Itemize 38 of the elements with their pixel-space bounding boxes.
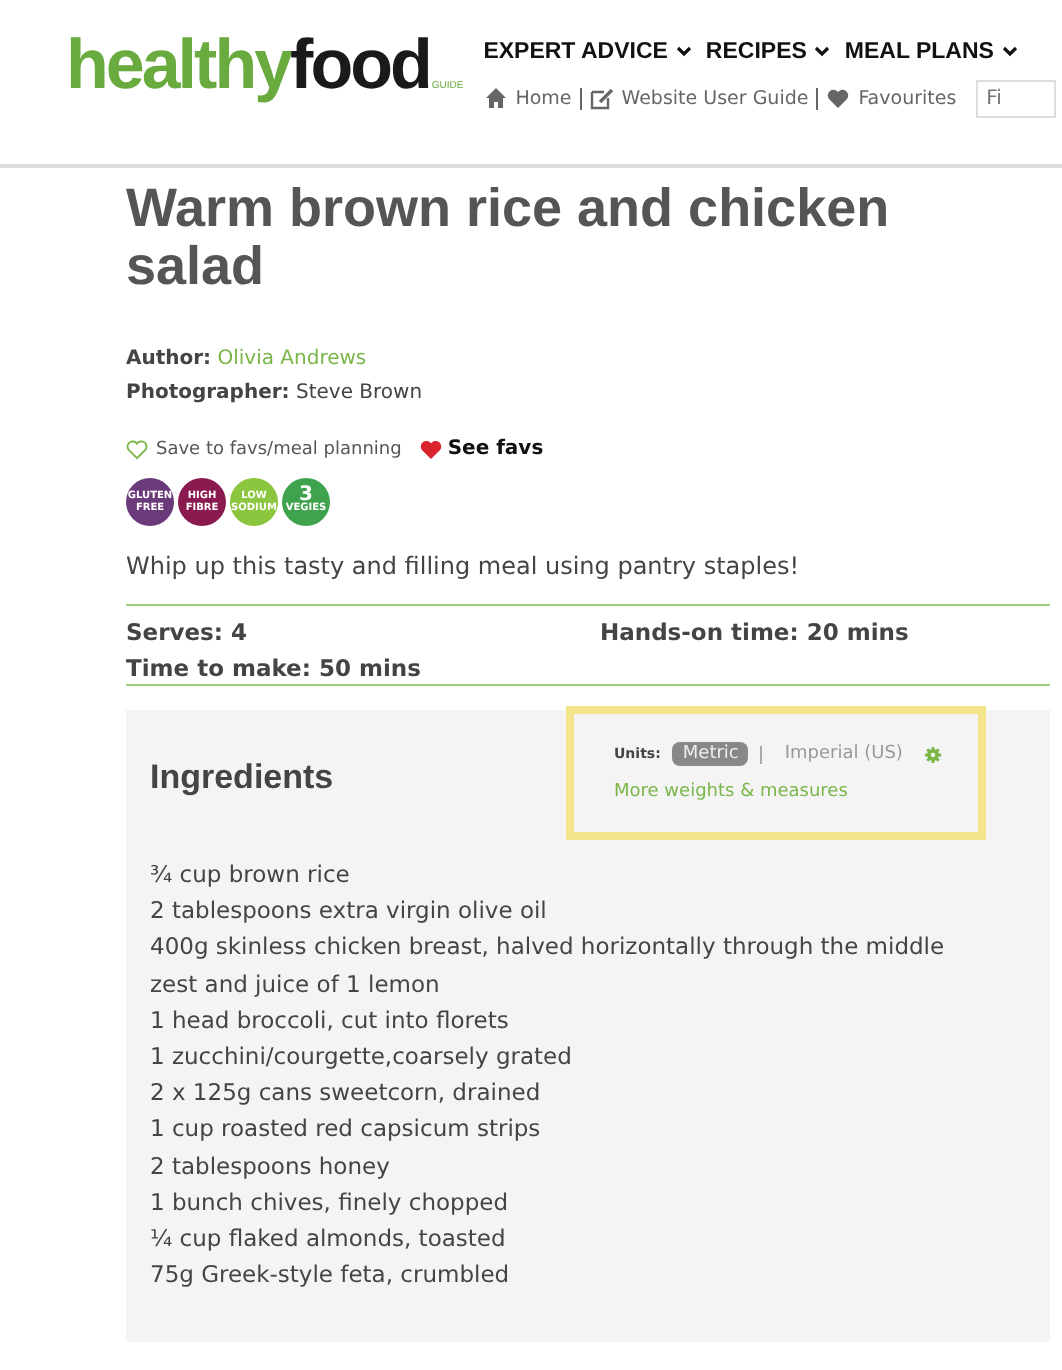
ingredient-item: 1 cup roasted red capsicum strips [150, 1112, 543, 1147]
credit-label: Author: [126, 348, 212, 370]
ingredient-item: 400g skinless chicken breast, halved horizontally through the middle [150, 930, 947, 965]
ingredient-item: zest and juice of 1 lemon [150, 967, 442, 1002]
ingredient-item: 2 x 125g cans sweetcorn, drained [150, 1076, 543, 1111]
ingredient-item: 1 zucchini/courgette,coarsely grated [150, 1040, 574, 1075]
recipe-fact: Time to make: 50 mins [126, 654, 423, 682]
heart-icon [419, 439, 442, 459]
caret-icon[interactable] [814, 45, 831, 57]
search-field[interactable]: Fi [976, 79, 1057, 117]
ingredient-item: 1 bunch chives, finely chopped [150, 1185, 510, 1220]
ingredient-item: 75g Greek-style feta, crumbled [150, 1258, 512, 1293]
save-link[interactable]: Save to favs/meal planning [156, 439, 402, 459]
recipe-fact: Serves: 4 [126, 618, 249, 646]
ingredient-item: 1 head broccoli, cut into florets [150, 1003, 511, 1038]
credit-name: Steve Brown [295, 382, 423, 404]
caret-icon[interactable] [1001, 45, 1018, 57]
ingredient-item: 2 tablespoons extra virgin olive oil [150, 894, 549, 929]
section-heading: Ingredients [150, 758, 336, 798]
caret-icon[interactable] [675, 45, 692, 57]
nav-menu-item[interactable]: MEAL PLANS [844, 39, 1018, 63]
ingredient-item: ¾ cup brown rice [150, 858, 352, 892]
header-link[interactable]: Website User Guide [621, 87, 809, 109]
home-icon [483, 86, 508, 110]
see-favs-link[interactable]: See favs [447, 438, 544, 460]
recipe-title: Warm brown rice and chicken salad [126, 180, 892, 296]
unit-toggle[interactable]: Metric [672, 742, 749, 766]
ingredient-item: 2 tablespoons honey [150, 1149, 392, 1184]
recipe-fact: Hands-on time: 20 mins [600, 618, 911, 646]
edit-icon [589, 86, 614, 110]
header-link[interactable]: Favourites [858, 87, 957, 109]
ingredient-item: ¼ cup flaked almonds, toasted [150, 1222, 508, 1257]
nav-menu-item[interactable]: EXPERT ADVICE [483, 39, 692, 63]
header-link[interactable]: Home [515, 87, 572, 109]
heart-icon [826, 86, 851, 110]
recipe-intro: Whip up this tasty and filling meal using pantry staples! [126, 552, 802, 580]
credit-label: Photographer: [126, 382, 290, 404]
nav-menu-item[interactable]: RECIPES [705, 39, 831, 63]
